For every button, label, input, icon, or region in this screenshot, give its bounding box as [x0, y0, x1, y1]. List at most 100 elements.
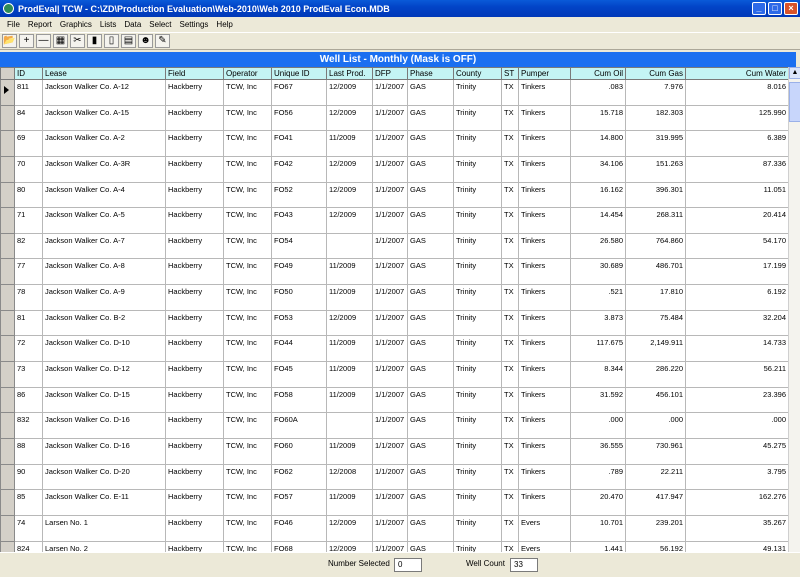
table-row[interactable]: 71 Jackson Walker Co. A-5 Hackberry TCW, In… — [0, 207, 788, 234]
cell-cum-oil[interactable]: 10.701 — [570, 514, 626, 542]
cell-dfp[interactable]: 1/1/2007 — [372, 489, 408, 516]
cell-dfp[interactable]: 1/1/2007 — [372, 361, 408, 388]
cell-id[interactable]: 84 — [14, 104, 43, 132]
cell-id[interactable]: 90 — [14, 463, 43, 491]
cell-last-prod[interactable] — [326, 412, 373, 439]
cell-operator[interactable]: TCW, Inc — [223, 335, 272, 363]
col-header-county[interactable]: County — [453, 67, 502, 80]
col-header-st[interactable]: ST — [501, 67, 519, 80]
menu-file[interactable]: File — [3, 20, 24, 29]
cell-cum-water[interactable]: 45.275 — [685, 437, 788, 465]
col-header-phase[interactable]: Phase — [407, 67, 454, 80]
minimize-button[interactable]: _ — [752, 2, 766, 15]
row-selector[interactable] — [0, 540, 15, 552]
cell-county[interactable]: Trinity — [453, 232, 502, 260]
cell-field[interactable]: Hackberry — [165, 540, 224, 552]
cell-pumper[interactable]: Tinkers — [518, 412, 571, 439]
cell-phase[interactable]: GAS — [407, 181, 454, 209]
cell-st[interactable]: TX — [501, 232, 519, 260]
col-header-operator[interactable]: Operator — [223, 67, 272, 80]
cell-cum-gas[interactable]: 151.263 — [625, 155, 686, 183]
cell-cum-oil[interactable]: 3.873 — [570, 309, 626, 337]
row-selector[interactable] — [0, 463, 15, 491]
cell-cum-water[interactable]: 87.336 — [685, 155, 788, 183]
cell-county[interactable]: Trinity — [453, 437, 502, 465]
cell-phase[interactable]: GAS — [407, 207, 454, 234]
cell-cum-oil[interactable]: .000 — [570, 412, 626, 439]
cell-cum-oil[interactable]: 117.675 — [570, 335, 626, 363]
cell-unique-id[interactable]: FO46 — [271, 514, 327, 542]
cell-lease[interactable]: Jackson Walker Co. D-16 — [42, 437, 166, 465]
cell-dfp[interactable]: 1/1/2007 — [372, 335, 408, 363]
cell-cum-water[interactable]: 20.414 — [685, 207, 788, 234]
cell-pumper[interactable]: Tinkers — [518, 463, 571, 491]
cell-id[interactable]: 824 — [14, 540, 43, 552]
menu-select[interactable]: Select — [145, 20, 175, 29]
cell-st[interactable]: TX — [501, 309, 519, 337]
cell-cum-water[interactable]: 11.051 — [685, 181, 788, 209]
table-row[interactable]: 88 Jackson Walker Co. D-16 Hackberry TCW, I… — [0, 437, 788, 465]
row-selector[interactable] — [0, 437, 15, 465]
cell-cum-gas[interactable]: 239.201 — [625, 514, 686, 542]
cell-st[interactable]: TX — [501, 155, 519, 183]
cell-cum-gas[interactable]: .000 — [625, 412, 686, 439]
cell-lease[interactable]: Jackson Walker Co. A-3R — [42, 155, 166, 183]
cell-operator[interactable]: TCW, Inc — [223, 284, 272, 311]
cell-cum-oil[interactable]: 15.718 — [570, 104, 626, 132]
cell-last-prod[interactable]: 12/2009 — [326, 79, 373, 106]
col-header-lease[interactable]: Lease — [42, 67, 166, 80]
menu-help[interactable]: Help — [212, 20, 236, 29]
cell-phase[interactable]: GAS — [407, 232, 454, 260]
cell-st[interactable]: TX — [501, 437, 519, 465]
cell-last-prod[interactable]: 11/2009 — [326, 130, 373, 157]
cell-cum-gas[interactable]: 456.101 — [625, 386, 686, 414]
remove-icon[interactable]: — — [36, 34, 51, 48]
cell-county[interactable]: Trinity — [453, 79, 502, 106]
cell-cum-water[interactable]: 125.990 — [685, 104, 788, 132]
table-row[interactable]: 85 Jackson Walker Co. E-11 Hackberry TCW, I… — [0, 489, 788, 516]
cell-last-prod[interactable]: 12/2009 — [326, 155, 373, 183]
col-header-dfp[interactable]: DFP — [372, 67, 408, 80]
cell-id[interactable]: 80 — [14, 181, 43, 209]
add-icon[interactable]: + — [19, 34, 34, 48]
cell-field[interactable]: Hackberry — [165, 463, 224, 491]
cell-st[interactable]: TX — [501, 104, 519, 132]
cell-st[interactable]: TX — [501, 489, 519, 516]
header-selector[interactable] — [0, 67, 15, 80]
cell-operator[interactable]: TCW, Inc — [223, 309, 272, 337]
cell-st[interactable]: TX — [501, 284, 519, 311]
col-header-pumper[interactable]: Pumper — [518, 67, 571, 80]
cell-cum-water[interactable]: 56.211 — [685, 361, 788, 388]
cell-last-prod[interactable] — [326, 232, 373, 260]
cell-id[interactable]: 86 — [14, 386, 43, 414]
cell-last-prod[interactable]: 12/2009 — [326, 207, 373, 234]
cell-cum-oil[interactable]: 31.592 — [570, 386, 626, 414]
cell-unique-id[interactable]: FO50 — [271, 284, 327, 311]
cell-last-prod[interactable]: 12/2009 — [326, 309, 373, 337]
cell-dfp[interactable]: 1/1/2007 — [372, 79, 408, 106]
cell-pumper[interactable]: Tinkers — [518, 155, 571, 183]
cell-phase[interactable]: GAS — [407, 130, 454, 157]
cell-dfp[interactable]: 1/1/2007 — [372, 412, 408, 439]
cell-operator[interactable]: TCW, Inc — [223, 386, 272, 414]
cell-cum-water[interactable]: 6.389 — [685, 130, 788, 157]
cell-cum-oil[interactable]: .083 — [570, 79, 626, 106]
cell-id[interactable]: 77 — [14, 258, 43, 286]
cell-lease[interactable]: Jackson Walker Co. A-7 — [42, 232, 166, 260]
table-row[interactable]: 70 Jackson Walker Co. A-3R Hackberry TCW, I… — [0, 155, 788, 183]
cell-county[interactable]: Trinity — [453, 386, 502, 414]
cell-cum-gas[interactable]: 17.810 — [625, 284, 686, 311]
cell-phase[interactable]: GAS — [407, 514, 454, 542]
cell-field[interactable]: Hackberry — [165, 309, 224, 337]
cell-cum-gas[interactable]: 730.961 — [625, 437, 686, 465]
cell-county[interactable]: Trinity — [453, 463, 502, 491]
cell-cum-oil[interactable]: 14.800 — [570, 130, 626, 157]
cell-dfp[interactable]: 1/1/2007 — [372, 437, 408, 465]
cell-lease[interactable]: Jackson Walker Co. B-2 — [42, 309, 166, 337]
cell-operator[interactable]: TCW, Inc — [223, 232, 272, 260]
open-folder-icon[interactable]: 📂 — [2, 34, 17, 48]
cell-county[interactable]: Trinity — [453, 361, 502, 388]
cell-cum-oil[interactable]: .789 — [570, 463, 626, 491]
cell-phase[interactable]: GAS — [407, 463, 454, 491]
cell-field[interactable]: Hackberry — [165, 284, 224, 311]
